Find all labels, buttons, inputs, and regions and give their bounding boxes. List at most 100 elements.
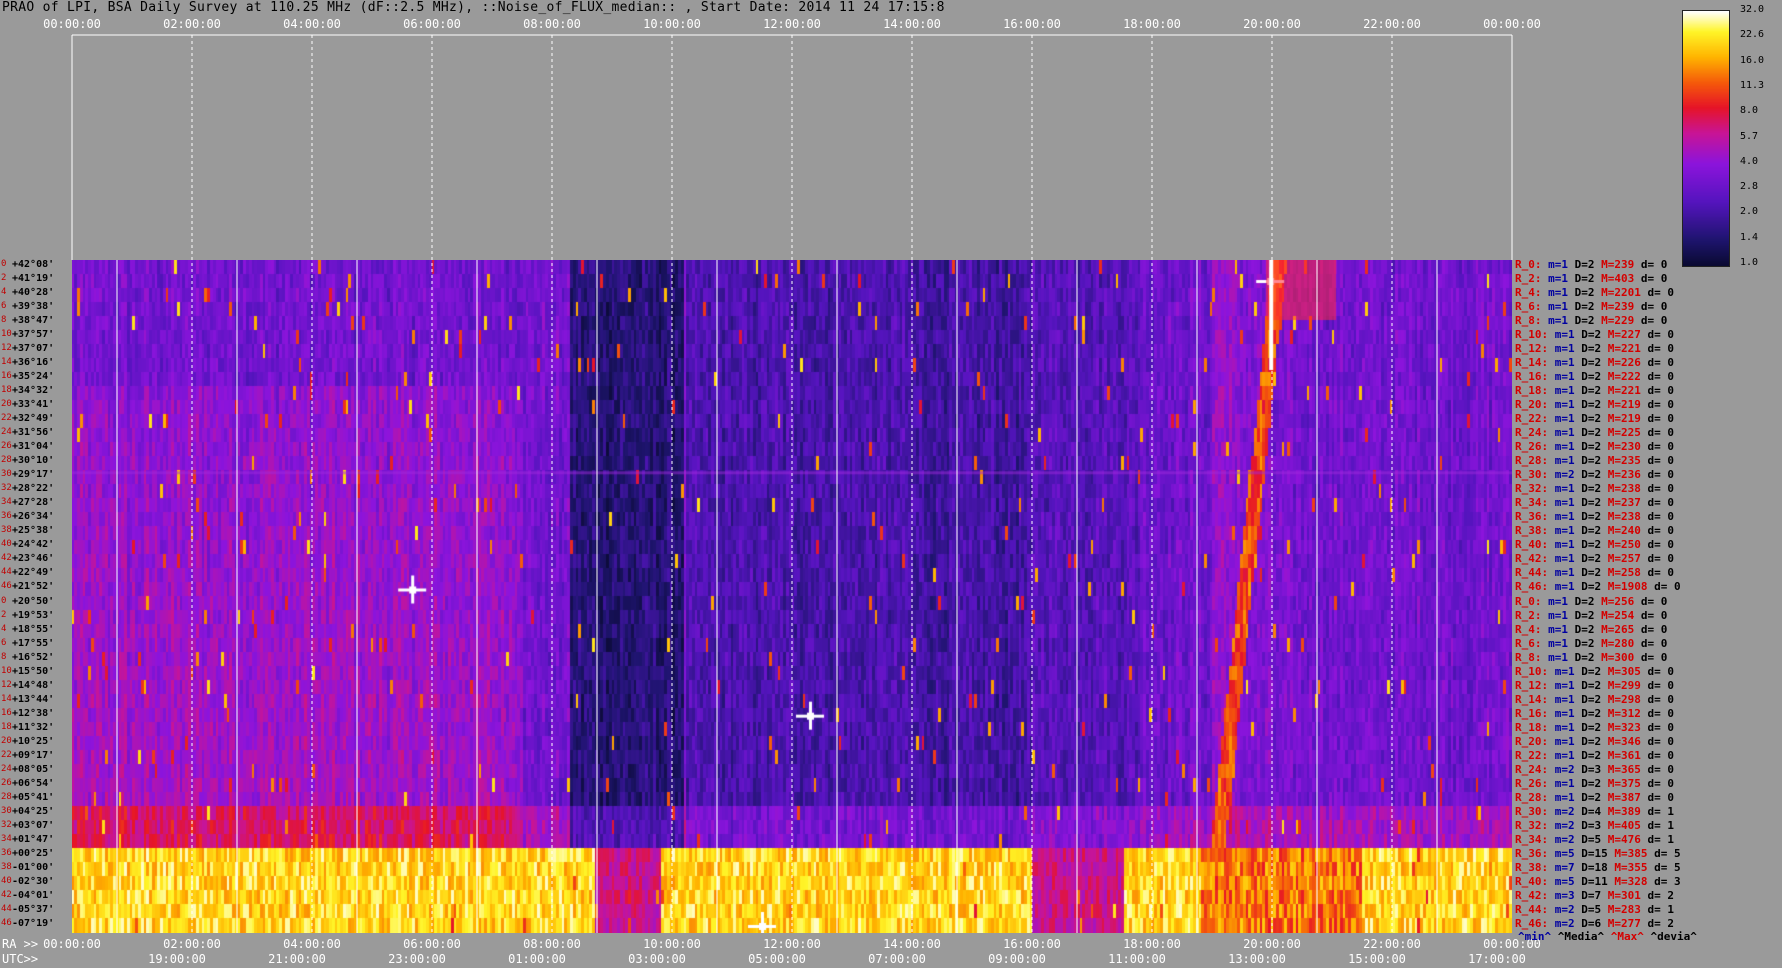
row-stat-d: D=2	[1581, 370, 1608, 384]
row-stat-m: M=385	[1614, 846, 1655, 860]
row-stat-m: m=1	[1554, 790, 1582, 804]
row-stat-r: R_30:	[1515, 468, 1555, 482]
utc-tick-label: 07:00:00	[868, 952, 926, 966]
row-stat-m: M=240	[1607, 524, 1648, 538]
ra-tick-label: 14:00:00	[883, 937, 941, 951]
row-stat-m: m=7	[1554, 860, 1582, 874]
utc-tick-label: 11:00:00	[1108, 952, 1166, 966]
row-stat-r: R_20:	[1515, 398, 1555, 412]
row-stat-m: M=227	[1607, 328, 1648, 342]
row-number: 46	[1, 917, 12, 928]
dec-label: +30°10'	[12, 455, 55, 467]
dec-label: +42°08'	[12, 259, 55, 270]
row-stat-d: d= 0	[1647, 776, 1675, 790]
row-stat-d: D=2	[1581, 664, 1608, 678]
row-stat-d: d= 0	[1647, 370, 1675, 384]
row-stat-d: d= 0	[1647, 762, 1675, 776]
row-stat-m: M=361	[1607, 748, 1648, 762]
row-stat-d: D=2	[1581, 328, 1608, 342]
dec-label: +09°17'	[12, 749, 55, 761]
row-stat-d: D=18	[1581, 860, 1615, 874]
row-stat-d: d= 1	[1647, 818, 1675, 832]
row-number: 6	[1, 637, 7, 648]
row-stat-d: d= 0	[1647, 692, 1675, 706]
row-stat-m: m=1	[1554, 370, 1582, 384]
row-stat-r: R_34:	[1515, 496, 1555, 510]
row-stat: R_0: m=1 D=2 M=239 d= 0	[1515, 258, 1667, 271]
row-stat-r: R_32:	[1515, 482, 1555, 496]
legend-min: ^min^	[1518, 930, 1552, 943]
row-stat-m: M=301	[1607, 888, 1648, 902]
row-stat-m: m=1	[1554, 328, 1582, 342]
row-stat-d: d= 0	[1640, 608, 1668, 622]
row-stat-m: M=222	[1607, 370, 1648, 384]
row-stat-m: m=3	[1554, 888, 1582, 902]
row-number: 0	[1, 595, 7, 606]
row-stat-d: d= 0	[1647, 510, 1675, 524]
row-stat: R_20: m=1 D=2 M=346 d= 0	[1515, 735, 1674, 748]
dec-label: +18°55'	[12, 623, 55, 635]
row-stat-m: M=258	[1607, 566, 1648, 580]
colorbar	[1682, 10, 1730, 267]
row-number: 42	[1, 553, 12, 564]
row-stat-m: m=1	[1548, 650, 1575, 664]
row-stat: R_22: m=1 D=2 M=219 d= 0	[1515, 412, 1674, 425]
row-stat-d: D=2	[1581, 440, 1608, 454]
row-stat: R_38: m=1 D=2 M=240 d= 0	[1515, 524, 1674, 537]
dec-label: +31°04'	[12, 441, 55, 453]
dec-label: +31°56'	[12, 427, 55, 439]
dec-label: +01°47'	[12, 833, 55, 845]
row-number: 36	[1, 511, 12, 522]
row-stat-m: m=5	[1554, 874, 1582, 888]
row-stat: R_12: m=1 D=2 M=221 d= 0	[1515, 342, 1674, 355]
row-stat-d: D=2	[1581, 398, 1608, 412]
row-stat-d: d= 0	[1647, 524, 1675, 538]
ra-tick-label: 22:00:00	[1363, 937, 1421, 951]
row-stat-m: M=298	[1607, 692, 1648, 706]
row-stat-d: D=2	[1581, 748, 1608, 762]
dec-label: +14°48'	[12, 679, 55, 691]
row-stat-d: d= 1	[1647, 832, 1675, 846]
row-number: 32	[1, 483, 12, 494]
row-stat-m: m=1	[1554, 566, 1582, 580]
row-stat-d: d= 0	[1640, 594, 1668, 608]
row-number: 10	[1, 329, 12, 340]
row-stat: R_18: m=1 D=2 M=323 d= 0	[1515, 721, 1674, 734]
row-number: 8	[1, 315, 7, 326]
row-stat-d: D=2	[1581, 454, 1608, 468]
row-stat-m: m=2	[1554, 468, 1582, 482]
row-stat-d: D=2	[1581, 538, 1608, 552]
row-stat-m: M=226	[1607, 356, 1648, 370]
dec-label: +04°25'	[12, 805, 55, 817]
row-stat-m: m=2	[1554, 818, 1582, 832]
row-stat: R_0: m=1 D=2 M=256 d= 0	[1515, 595, 1667, 608]
row-stat: R_32: m=1 D=2 M=238 d= 0	[1515, 482, 1674, 495]
row-stat: R_16: m=1 D=2 M=222 d= 0	[1515, 370, 1674, 383]
row-number: 4	[1, 287, 7, 298]
row-stat-d: D=3	[1581, 762, 1608, 776]
row-stat-d: D=2	[1574, 650, 1602, 664]
row-stat-m: M=403	[1601, 272, 1641, 286]
dec-label: -05°37'	[12, 903, 55, 915]
row-number: 18	[1, 721, 12, 732]
row-stat-m: m=1	[1554, 426, 1582, 440]
ra-tick-label: 20:00:00	[1243, 937, 1301, 951]
colorbar-tick: 4.0	[1740, 155, 1759, 167]
row-stat-r: R_10:	[1515, 664, 1555, 678]
row-stat: R_20: m=1 D=2 M=219 d= 0	[1515, 398, 1674, 411]
row-stat: R_28: m=1 D=2 M=387 d= 0	[1515, 791, 1674, 804]
row-stat-m: M=239	[1601, 300, 1641, 314]
dec-label: +21°52'	[12, 581, 55, 593]
dec-label: +28°22'	[12, 483, 55, 495]
ra-tick-label: 08:00:00	[523, 937, 581, 951]
row-number: 28	[1, 455, 12, 466]
ra-axis-label: RA >>	[2, 937, 39, 951]
colorbar-tick: 8.0	[1740, 105, 1759, 117]
row-stat: R_42: m=1 D=2 M=257 d= 0	[1515, 552, 1674, 565]
row-stat-d: D=5	[1581, 902, 1608, 916]
row-stat-d: D=2	[1581, 468, 1608, 482]
row-stat-r: R_6:	[1515, 300, 1549, 314]
row-stat-d: d= 1	[1647, 902, 1675, 916]
row-stat-d: D=2	[1581, 426, 1608, 440]
row-stat-m: m=1	[1554, 664, 1582, 678]
